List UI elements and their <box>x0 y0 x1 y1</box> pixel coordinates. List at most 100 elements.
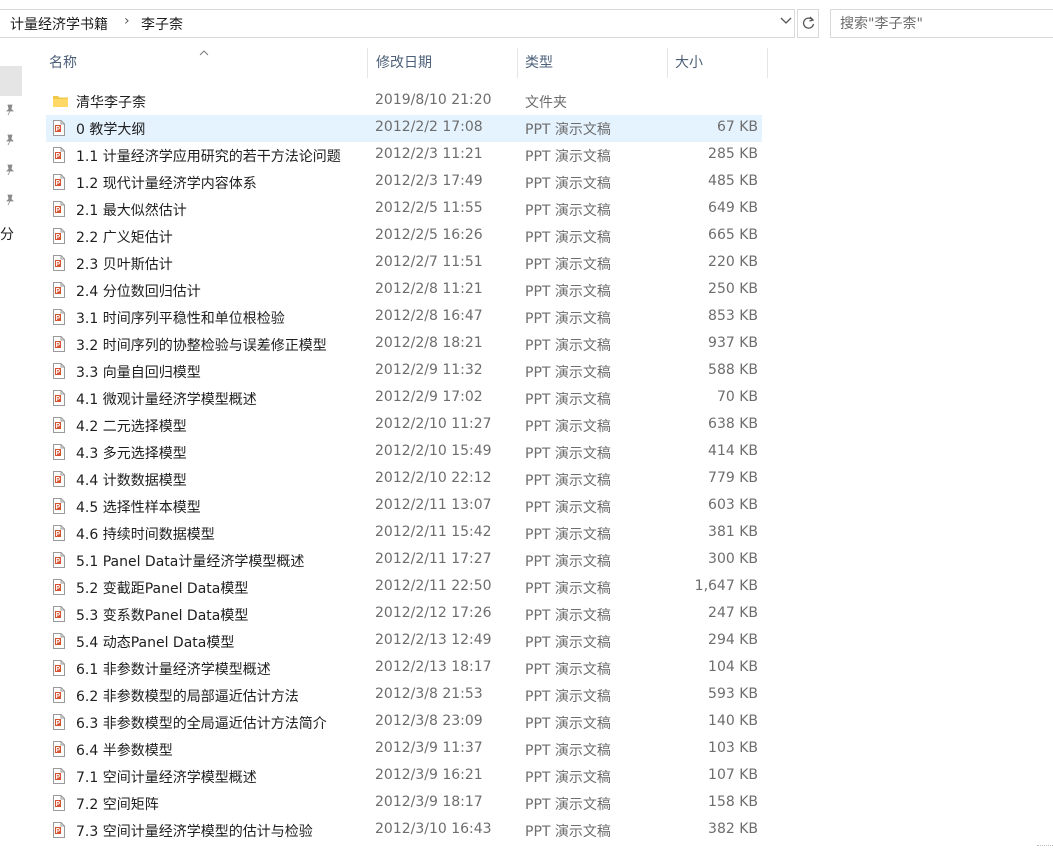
file-row[interactable]: 2.3 贝叶斯估计 2012/2/7 11:51 PPT 演示文稿 220 KB <box>46 250 762 277</box>
file-date: 2012/3/10 16:43 <box>375 821 492 837</box>
file-row[interactable]: 2.1 最大似然估计 2012/2/5 11:55 PPT 演示文稿 649 KB <box>46 196 762 223</box>
file-name: 清华李子柰 <box>76 95 146 111</box>
pin-icon[interactable] <box>4 164 16 179</box>
file-row[interactable]: 5.2 变截距Panel Data模型 2012/2/11 22:50 PPT 演示… <box>46 574 762 601</box>
nav-item-label[interactable]: 分 <box>0 224 14 244</box>
file-row[interactable]: 0 教学大纲 2012/2/2 17:08 PPT 演示文稿 67 KB <box>46 115 762 142</box>
ppt-file-icon <box>53 282 65 298</box>
file-date: 2012/2/13 18:17 <box>375 659 492 675</box>
ppt-file-icon <box>53 309 65 325</box>
file-size: 70 KB <box>716 389 758 405</box>
file-size: 937 KB <box>708 335 758 351</box>
file-size: 104 KB <box>708 659 758 675</box>
search-input[interactable] <box>831 10 1050 37</box>
file-date: 2012/2/13 12:49 <box>375 632 492 648</box>
pin-icon[interactable] <box>4 194 16 209</box>
file-name: 2.1 最大似然估计 <box>76 203 187 219</box>
file-name: 6.1 非参数计量经济学模型概述 <box>76 662 271 678</box>
file-row[interactable]: 6.1 非参数计量经济学模型概述 2012/2/13 18:17 PPT 演示文稿 1… <box>46 655 762 682</box>
file-type: PPT 演示文稿 <box>525 338 611 354</box>
file-type: PPT 演示文稿 <box>525 122 611 138</box>
file-row[interactable]: 7.2 空间矩阵 2012/3/9 18:17 PPT 演示文稿 158 KB <box>46 790 762 817</box>
file-row[interactable]: 2.4 分位数回归估计 2012/2/8 11:21 PPT 演示文稿 250 KB <box>46 277 762 304</box>
file-date: 2012/2/10 22:12 <box>375 470 492 486</box>
file-size: 158 KB <box>708 794 758 810</box>
file-name: 4.6 持续时间数据模型 <box>76 527 215 543</box>
file-row[interactable]: 6.4 半参数模型 2012/3/9 11:37 PPT 演示文稿 103 KB <box>46 736 762 763</box>
breadcrumb-separator-icon[interactable]: › <box>124 13 130 29</box>
file-row[interactable]: 7.3 空间计量经济学模型的估计与检验 2012/3/10 16:43 PPT 演示… <box>46 817 762 844</box>
ppt-file-icon <box>53 201 65 217</box>
ppt-file-icon <box>53 741 65 757</box>
ppt-file-icon <box>53 822 65 838</box>
column-header-row: 名称 修改日期 类型 大小 <box>24 48 1053 80</box>
ppt-file-icon <box>53 579 65 595</box>
file-date: 2012/3/9 18:17 <box>375 794 483 810</box>
file-date: 2012/2/8 16:47 <box>375 308 483 324</box>
file-name: 5.2 变截距Panel Data模型 <box>76 581 249 597</box>
file-type: PPT 演示文稿 <box>525 419 611 435</box>
file-name: 6.4 半参数模型 <box>76 743 173 759</box>
file-name: 1.1 计量经济学应用研究的若干方法论问题 <box>76 149 341 165</box>
file-row[interactable]: 4.2 二元选择模型 2012/2/10 11:27 PPT 演示文稿 638 KB <box>46 412 762 439</box>
file-type: PPT 演示文稿 <box>525 311 611 327</box>
file-size: 414 KB <box>708 443 758 459</box>
file-row[interactable]: 4.3 多元选择模型 2012/2/10 15:49 PPT 演示文稿 414 KB <box>46 439 762 466</box>
file-size: 593 KB <box>708 686 758 702</box>
file-type: PPT 演示文稿 <box>525 149 611 165</box>
file-size: 382 KB <box>708 821 758 837</box>
file-date: 2012/2/10 15:49 <box>375 443 492 459</box>
file-size: 285 KB <box>708 146 758 162</box>
breadcrumb-item-parent[interactable]: 计量经济学书籍 <box>10 14 108 34</box>
file-date: 2012/2/12 17:26 <box>375 605 492 621</box>
file-row[interactable]: 5.4 动态Panel Data模型 2012/2/13 12:49 PPT 演示文… <box>46 628 762 655</box>
file-row[interactable]: 1.1 计量经济学应用研究的若干方法论问题 2012/2/3 11:21 PPT 演… <box>46 142 762 169</box>
refresh-button[interactable] <box>797 9 819 38</box>
search-box[interactable] <box>830 9 1053 38</box>
file-row[interactable]: 4.6 持续时间数据模型 2012/2/11 15:42 PPT 演示文稿 381 K… <box>46 520 762 547</box>
file-date: 2012/2/11 22:50 <box>375 578 492 594</box>
file-row[interactable]: 5.3 变系数Panel Data模型 2012/2/12 17:26 PPT 演示… <box>46 601 762 628</box>
file-row[interactable]: 6.3 非参数模型的全局逼近估计方法简介 2012/3/8 23:09 PPT 演示… <box>46 709 762 736</box>
file-row[interactable]: 3.2 时间序列的协整检验与误差修正模型 2012/2/8 18:21 PPT 演示… <box>46 331 762 358</box>
file-row[interactable]: 4.5 选择性样本模型 2012/2/11 13:07 PPT 演示文稿 603 KB <box>46 493 762 520</box>
file-row[interactable]: 5.1 Panel Data计量经济学模型概述 2012/2/11 17:27 PP… <box>46 547 762 574</box>
file-type: PPT 演示文稿 <box>525 473 611 489</box>
file-size: 853 KB <box>708 308 758 324</box>
file-row[interactable]: 1.2 现代计量经济学内容体系 2012/2/3 17:49 PPT 演示文稿 485… <box>46 169 762 196</box>
resize-grip <box>1037 845 1053 850</box>
file-date: 2012/2/3 17:49 <box>375 173 483 189</box>
file-name: 2.4 分位数回归估计 <box>76 284 201 300</box>
column-header-name[interactable]: 名称 <box>24 48 368 78</box>
file-size: 300 KB <box>708 551 758 567</box>
ppt-file-icon <box>53 633 65 649</box>
file-type: PPT 演示文稿 <box>525 554 611 570</box>
file-date: 2012/2/11 17:27 <box>375 551 492 567</box>
breadcrumb-item-current[interactable]: 李子柰 <box>141 14 183 34</box>
file-name: 5.4 动态Panel Data模型 <box>76 635 235 651</box>
file-row[interactable]: 4.1 微观计量经济学模型概述 2012/2/9 17:02 PPT 演示文稿 70 … <box>46 385 762 412</box>
pin-icon[interactable] <box>4 134 16 149</box>
navigation-pane: 分 <box>0 48 24 853</box>
ppt-file-icon <box>53 687 65 703</box>
file-row[interactable]: 2.2 广义矩估计 2012/2/5 16:26 PPT 演示文稿 665 KB <box>46 223 762 250</box>
file-type: PPT 演示文稿 <box>525 689 611 705</box>
nav-selected-item[interactable] <box>0 66 22 96</box>
file-row[interactable]: 6.2 非参数模型的局部逼近估计方法 2012/3/8 21:53 PPT 演示文稿… <box>46 682 762 709</box>
address-dropdown-chevron-icon[interactable] <box>778 14 794 34</box>
file-row[interactable]: 4.4 计数数据模型 2012/2/10 22:12 PPT 演示文稿 779 KB <box>46 466 762 493</box>
column-header-size[interactable]: 大小 <box>668 48 768 78</box>
file-name: 5.1 Panel Data计量经济学模型概述 <box>76 554 305 570</box>
file-row[interactable]: 3.1 时间序列平稳性和单位根检验 2012/2/8 16:47 PPT 演示文稿 8… <box>46 304 762 331</box>
file-row[interactable]: 3.3 向量自回归模型 2012/2/9 11:32 PPT 演示文稿 588 KB <box>46 358 762 385</box>
column-header-date[interactable]: 修改日期 <box>368 48 518 78</box>
folder-row[interactable]: 清华李子柰 2019/8/10 21:20 文件夹 <box>46 88 762 115</box>
ppt-file-icon <box>53 471 65 487</box>
ppt-file-icon <box>53 390 65 406</box>
file-type: PPT 演示文稿 <box>525 203 611 219</box>
file-row[interactable]: 7.1 空间计量经济学模型概述 2012/3/9 16:21 PPT 演示文稿 107… <box>46 763 762 790</box>
pin-icon[interactable] <box>4 104 16 119</box>
breadcrumb[interactable]: 计量经济学书籍 › 李子柰 <box>0 9 795 38</box>
file-name: 6.2 非参数模型的局部逼近估计方法 <box>76 689 299 705</box>
column-header-type[interactable]: 类型 <box>518 48 668 78</box>
